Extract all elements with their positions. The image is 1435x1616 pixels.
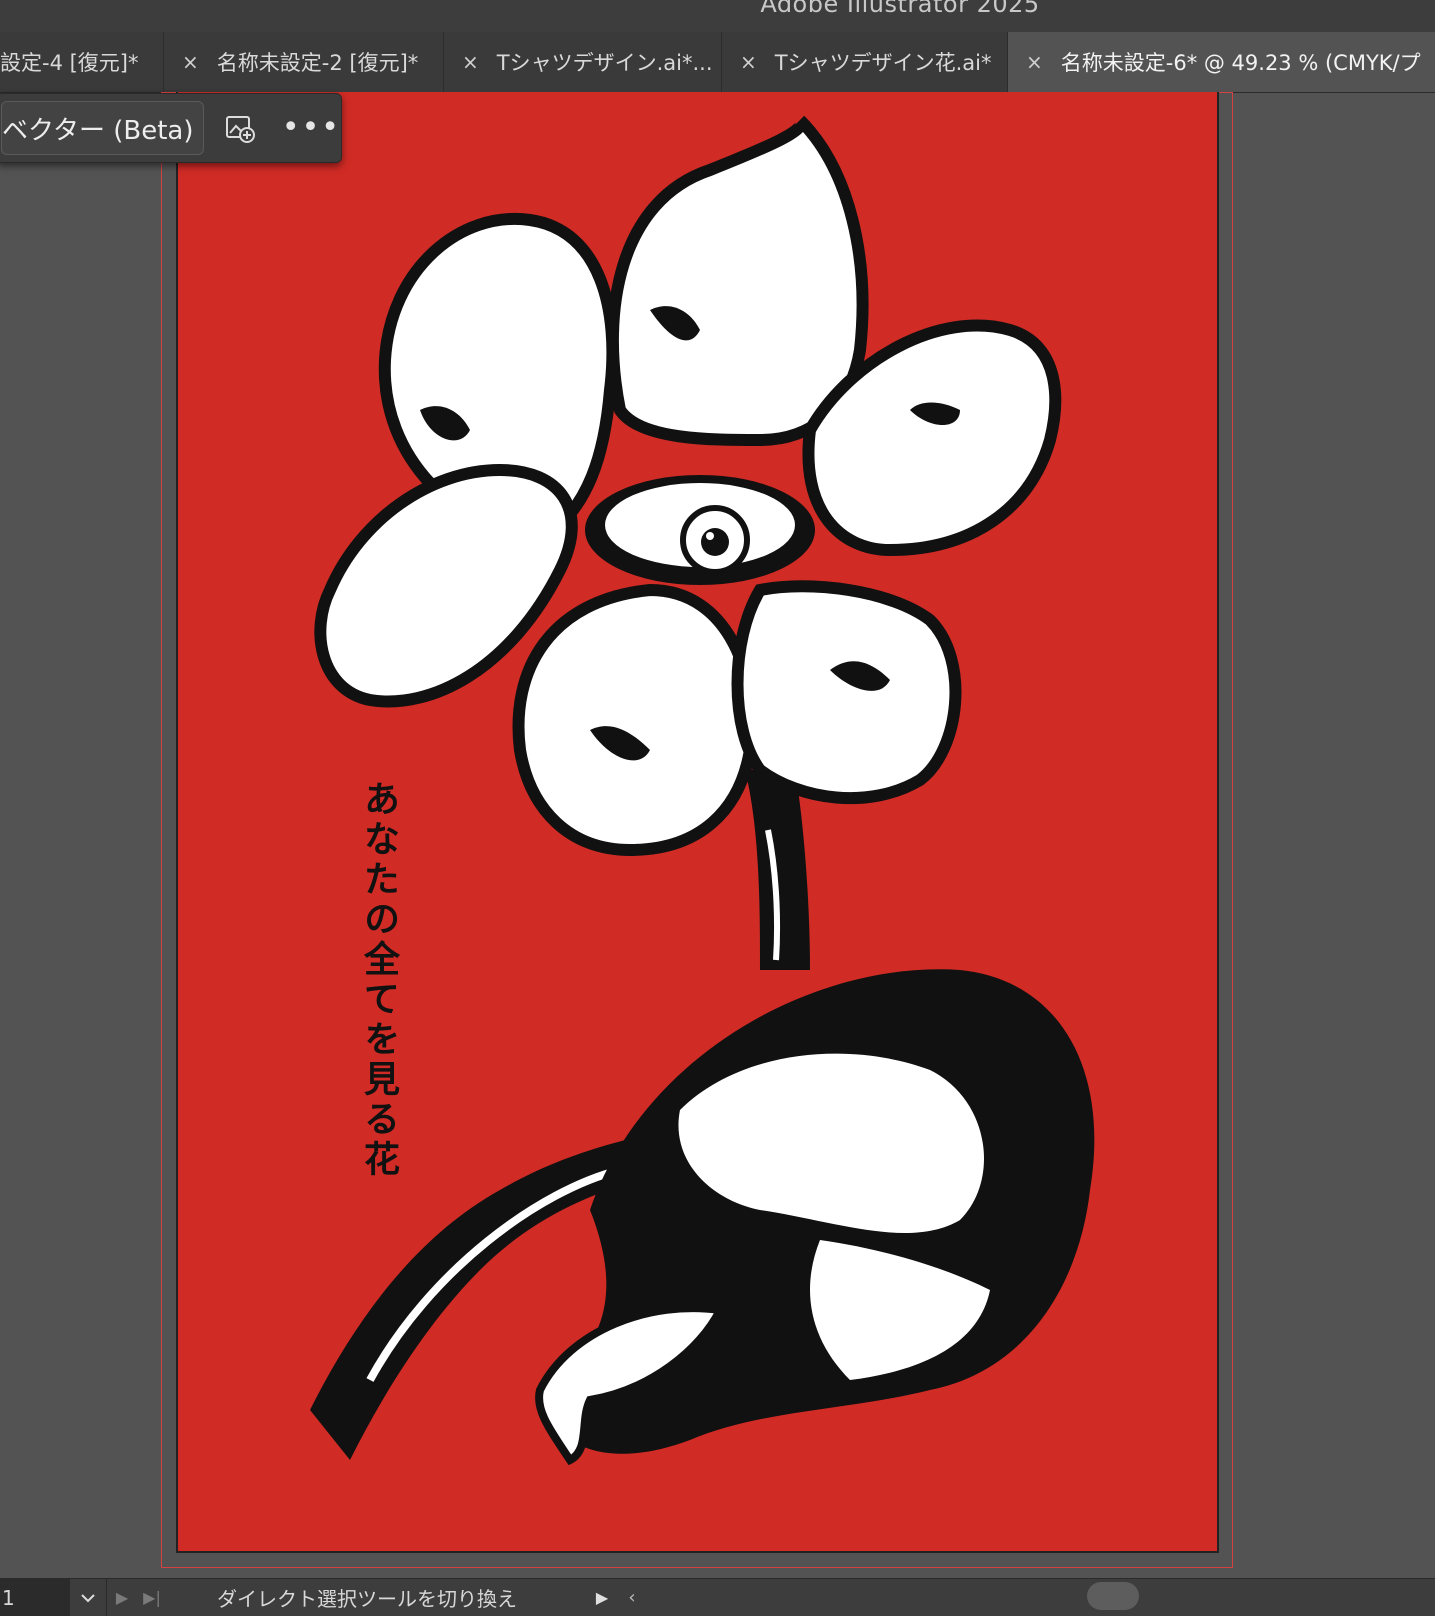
tab-label: 名称未設定-6* @ 49.23 % (CMYK/プ — [1060, 51, 1421, 75]
petal-bottom-right — [731, 580, 962, 805]
more-options-icon[interactable]: ••• — [282, 113, 341, 143]
tab-label: Tシャツデザイン花.ai* — [774, 51, 992, 75]
zoom-field[interactable]: 1 — [0, 1579, 70, 1616]
horizontal-scrollbar-thumb[interactable] — [1087, 1582, 1139, 1610]
tool-status-text: ダイレクト選択ツールを切り換え — [217, 1587, 517, 1611]
status-menu-arrow-icon[interactable]: ▶ — [587, 1588, 617, 1607]
petal-bottom-left — [512, 583, 758, 857]
tab-document-6[interactable]: × 名称未設定-6* @ 49.23 % (CMYK/プ — [1008, 32, 1435, 92]
flower-illustration[interactable] — [290, 110, 1130, 1530]
title-bar: Adobe Illustrator 2025 — [0, 0, 1435, 32]
zoom-value: 1 — [2, 1585, 15, 1610]
tab-tshirt-design[interactable]: × Tシャツデザイン.ai*... — [444, 32, 722, 92]
scroll-left-icon[interactable]: ‹ — [617, 1587, 647, 1608]
petal-top — [606, 115, 869, 447]
tab-tshirt-design-flower[interactable]: × Tシャツデザイン花.ai* — [722, 32, 1008, 92]
tab-document-4[interactable]: 設定-4 [復元]* — [0, 32, 164, 92]
close-icon[interactable]: × — [1026, 50, 1043, 74]
contextual-taskbar: ベクター (Beta) ••• — [0, 93, 342, 163]
status-bar: 1 ▶ ▶| ダイレクト選択ツールを切り換え ▶ ‹ — [0, 1578, 1435, 1616]
chevron-down-icon[interactable] — [70, 1579, 107, 1616]
vertical-caption[interactable]: あなたの全てを見る花 — [353, 780, 405, 1180]
close-icon[interactable]: × — [462, 50, 479, 74]
tab-document-2[interactable]: × 名称未設定-2 [復元]* — [164, 32, 444, 92]
close-icon[interactable]: × — [182, 50, 199, 74]
close-icon[interactable]: × — [740, 50, 757, 74]
eye-pupil — [701, 528, 729, 556]
vectorize-button[interactable]: ベクター (Beta) — [1, 101, 205, 155]
tab-label: 設定-4 [復元]* — [0, 51, 139, 75]
image-add-icon[interactable] — [222, 110, 258, 146]
document-tab-bar: 設定-4 [復元]* × 名称未設定-2 [復元]* × Tシャツデザイン.ai… — [0, 32, 1435, 93]
app-title: Adobe Illustrator 2025 — [760, 0, 1040, 18]
eye-glint — [706, 532, 714, 540]
tab-label: Tシャツデザイン.ai*... — [496, 51, 713, 75]
tab-label: 名称未設定-2 [復元]* — [216, 51, 419, 75]
vectorize-label: ベクター (Beta) — [2, 115, 194, 146]
last-artboard-icon[interactable]: ▶| — [137, 1588, 167, 1607]
next-artboard-icon[interactable]: ▶ — [107, 1588, 137, 1607]
